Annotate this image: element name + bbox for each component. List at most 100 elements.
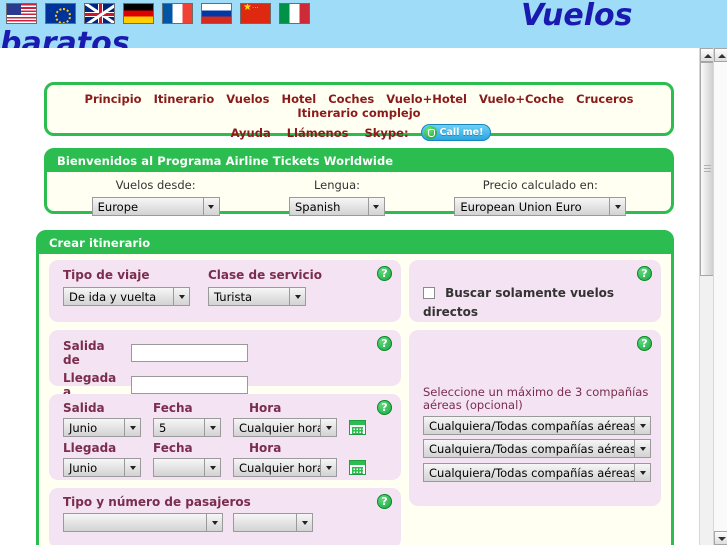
field-vuelos-desde: Vuelos desde: Europe — [91, 178, 220, 216]
llegada-a-input[interactable] — [131, 376, 248, 394]
airline-select-2[interactable]: Cualquiera/Todas compañías aéreas — [423, 439, 651, 458]
skype-button-label: Call me! — [439, 127, 484, 138]
passenger-count-select[interactable] — [233, 513, 313, 532]
passengers-label: Tipo y número de pasajeros — [63, 495, 251, 509]
nav-link-itinerario[interactable]: Itinerario — [154, 92, 215, 106]
service-class-select[interactable]: Turista — [208, 287, 306, 306]
vuelos-desde-value: Europe — [97, 200, 139, 214]
page-scroll-down-icon[interactable] — [714, 531, 727, 545]
welcome-settings-panel: Bienvenidos al Programa Airline Tickets … — [44, 148, 674, 216]
content-inner: Principio Itinerario Vuelos Hotel Coches… — [0, 48, 700, 545]
chevron-down-icon — [320, 419, 336, 436]
flag-fr-icon[interactable] — [162, 3, 193, 24]
airlines-panel: ? Seleccione un máximo de 3 compañías aé… — [409, 330, 661, 506]
help-icon[interactable]: ? — [637, 336, 652, 351]
salida-de-input[interactable] — [131, 344, 248, 362]
flag-eu-icon[interactable] — [45, 3, 76, 24]
chevron-down-icon — [634, 464, 650, 481]
nav-link-hotel[interactable]: Hotel — [281, 92, 316, 106]
lengua-select[interactable]: Spanish — [288, 197, 385, 216]
airline-select-3[interactable]: Cualquiera/Todas compañías aéreas — [423, 463, 651, 482]
field-precio-calculado: Precio calculado en: European Union Euro — [454, 178, 627, 216]
passengers-controls-row — [63, 513, 391, 532]
service-class-label: Clase de servicio — [208, 268, 322, 282]
welcome-fields-row: Vuelos desde: Europe Lengua: Spanish Pre… — [47, 172, 671, 216]
nav-link-principio[interactable]: Principio — [85, 92, 142, 106]
fecha-label-depart: Fecha — [153, 401, 193, 415]
itinerary-panel-title: Crear itinerario — [39, 233, 671, 254]
arrive-header-row: Llegada Fecha Hora — [63, 441, 391, 455]
passenger-type-value — [64, 514, 206, 531]
nav-link-cruceros[interactable]: Cruceros — [576, 92, 633, 106]
airline-value-1: Cualquiera/Todas compañías aéreas — [429, 419, 634, 433]
passenger-type-select[interactable] — [63, 513, 223, 532]
direct-flights-panel: ? Buscar solamente vuelos directos — [409, 260, 661, 322]
page-scroll-up-icon[interactable] — [714, 48, 727, 62]
arrive-month-select[interactable]: Junio — [63, 458, 141, 477]
chevron-down-icon — [202, 198, 219, 215]
airlines-note: Seleccione un máximo de 3 compañías aére… — [423, 385, 649, 412]
depart-month-select[interactable]: Junio — [63, 418, 141, 437]
arrive-time-select[interactable]: Cualquier hora — [233, 458, 337, 477]
help-icon[interactable]: ? — [377, 266, 392, 281]
nav-link-llamenos[interactable]: Llámenos — [287, 126, 349, 140]
lengua-label: Lengua: — [313, 178, 361, 192]
vuelos-desde-label: Vuelos desde: — [115, 178, 196, 192]
arrive-day-select[interactable] — [153, 458, 221, 477]
content-viewport: Principio Itinerario Vuelos Hotel Coches… — [0, 48, 713, 545]
service-class-field: Clase de servicio Turista — [208, 268, 322, 306]
help-icon[interactable]: ? — [377, 494, 392, 509]
lengua-value: Spanish — [294, 200, 341, 214]
flag-de-icon[interactable] — [123, 3, 154, 24]
skype-call-me-button[interactable]: Call me! — [420, 124, 492, 141]
flag-ru-icon[interactable] — [201, 3, 232, 24]
chevron-down-icon — [367, 198, 384, 215]
precio-calculado-select[interactable]: European Union Euro — [454, 197, 627, 216]
chevron-down-icon — [124, 419, 140, 436]
help-icon[interactable]: ? — [377, 400, 392, 415]
welcome-panel-title: Bienvenidos al Programa Airline Tickets … — [47, 151, 671, 172]
help-icon[interactable]: ? — [637, 266, 652, 281]
trip-type-label: Tipo de viaje — [63, 268, 150, 282]
precio-calculado-value: European Union Euro — [460, 200, 582, 214]
chevron-down-icon — [634, 417, 650, 434]
calendar-icon-arrive[interactable] — [349, 460, 366, 475]
airline-select-1[interactable]: Cualquiera/Todas compañías aéreas — [423, 416, 651, 435]
page-scrollbar-vertical[interactable] — [713, 48, 727, 545]
nav-link-vuelo-coche[interactable]: Vuelo+Coche — [479, 92, 564, 106]
nav-link-itinerario-complejo[interactable]: Itinerario complejo — [297, 106, 420, 120]
content-scrollbar-vertical[interactable] — [699, 48, 714, 545]
scroll-up-icon[interactable] — [700, 48, 714, 62]
help-icon[interactable]: ? — [377, 336, 392, 351]
arrive-controls-row: Junio Cualquier hora — [63, 458, 391, 477]
nav-link-ayuda[interactable]: Ayuda — [231, 126, 271, 140]
service-class-value: Turista — [214, 290, 253, 304]
itinerary-right-column: ? Buscar solamente vuelos directos ? Sel… — [409, 260, 661, 506]
vuelos-desde-select[interactable]: Europe — [91, 197, 220, 216]
dates-panel: ? Salida Fecha Hora Junio 5 Cualquier ho… — [49, 394, 401, 480]
depart-day-select[interactable]: 5 — [153, 418, 221, 437]
chevron-down-icon — [204, 419, 220, 436]
salida-de-label: Salida de — [63, 339, 105, 367]
nav-link-vuelos[interactable]: Vuelos — [226, 92, 269, 106]
content-scrollbar-thumb[interactable] — [700, 62, 714, 276]
brand-title-line1: Vuelos — [521, 0, 633, 33]
flag-us-icon[interactable] — [6, 3, 37, 24]
trip-type-select[interactable]: De ida y vuelta — [63, 287, 190, 306]
flag-cn-icon[interactable] — [240, 3, 271, 24]
nav-link-vuelo-hotel[interactable]: Vuelo+Hotel — [386, 92, 467, 106]
direct-flights-checkbox[interactable] — [423, 286, 435, 299]
depart-controls-row: Junio 5 Cualquier hora — [63, 418, 391, 437]
arrive-month-value: Junio — [69, 461, 98, 475]
hora-label-depart: Hora — [249, 401, 282, 415]
flag-uk-icon[interactable] — [84, 3, 115, 24]
chevron-down-icon — [289, 288, 305, 305]
passengers-panel: ? Tipo y número de pasajeros — [49, 488, 401, 545]
nav-link-coches[interactable]: Coches — [328, 92, 374, 106]
flag-it-icon[interactable] — [279, 3, 310, 24]
chevron-down-icon — [296, 514, 312, 531]
depart-time-select[interactable]: Cualquier hora — [233, 418, 337, 437]
chevron-down-icon — [204, 459, 220, 476]
fecha-label-arrive: Fecha — [153, 441, 193, 455]
calendar-icon-depart[interactable] — [349, 420, 366, 435]
